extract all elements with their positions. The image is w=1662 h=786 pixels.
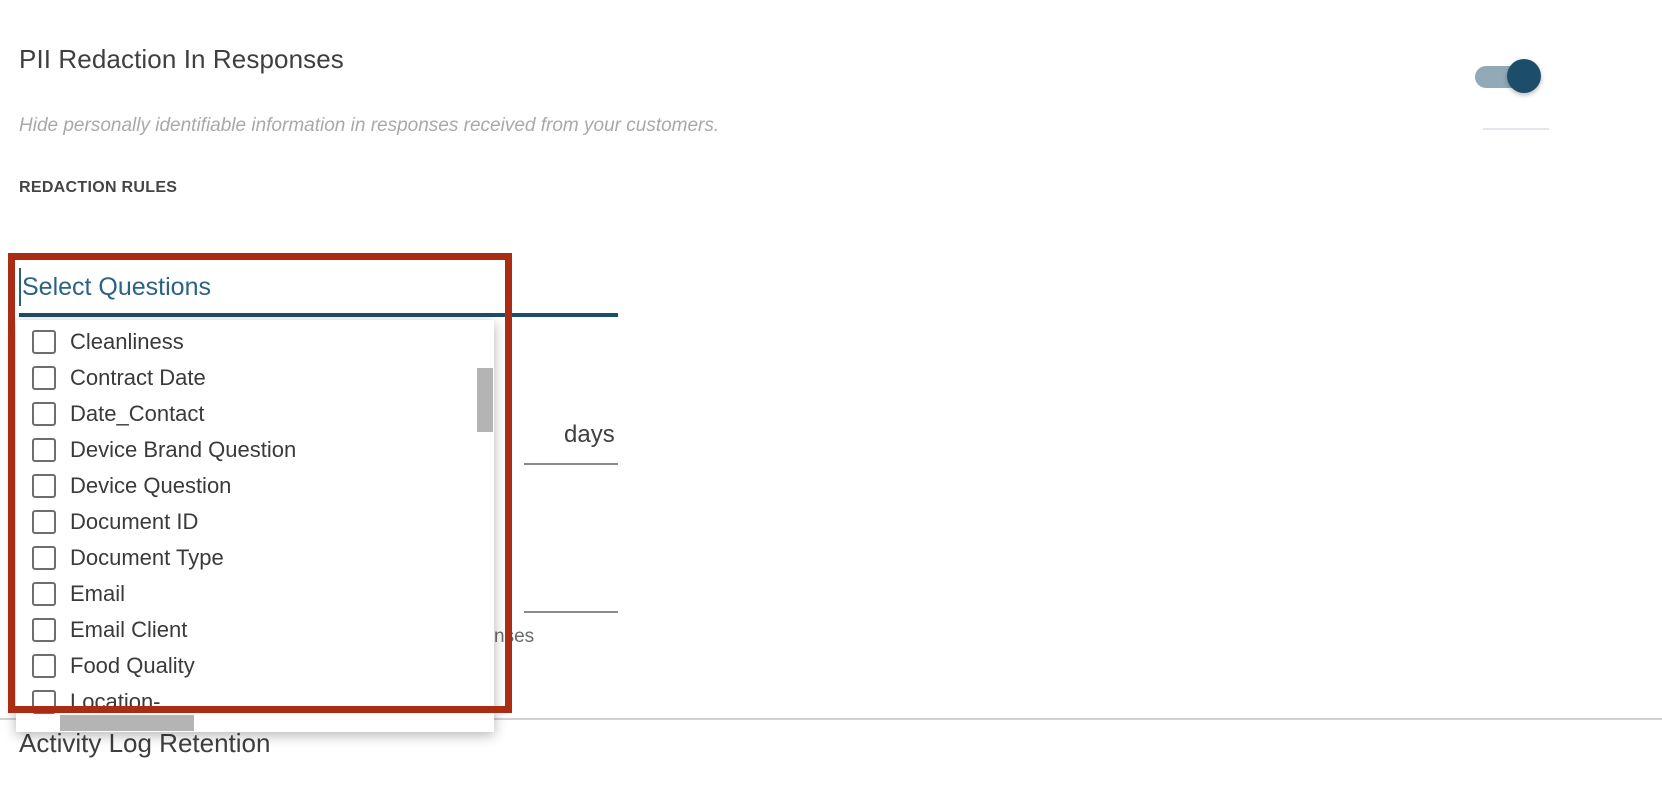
dropdown-option-label: Contract Date — [70, 365, 206, 390]
dropdown-option-label: Cleanliness — [70, 329, 184, 354]
dropdown-option-label: Email — [70, 581, 126, 606]
dropdown-option[interactable]: Contract Date — [16, 360, 494, 396]
questions-dropdown-list[interactable]: Cleanliness Contract Date Date_Contact Devi… — [16, 324, 494, 714]
dropdown-option[interactable]: Email Client — [16, 612, 494, 648]
background-responses-text: nses — [494, 626, 535, 647]
dropdown-option-label: Document Type — [70, 545, 224, 570]
page-title: PII Redaction In Responses — [19, 44, 344, 74]
checkbox-icon[interactable] — [32, 330, 56, 354]
select-questions-input[interactable]: Select Questions — [19, 262, 619, 318]
checkbox-icon[interactable] — [32, 546, 56, 570]
checkbox-icon[interactable] — [32, 510, 56, 534]
dropdown-option[interactable]: Document Type — [16, 540, 494, 576]
pii-redaction-toggle[interactable] — [1475, 59, 1547, 93]
checkbox-icon[interactable] — [32, 366, 56, 390]
settings-page: PII Redaction In Responses Hide personal… — [0, 0, 1662, 786]
checkbox-icon[interactable] — [32, 582, 56, 606]
toggle-underline — [1483, 128, 1549, 130]
dropdown-option[interactable]: Date_Contact — [16, 396, 494, 432]
checkbox-icon[interactable] — [32, 438, 56, 462]
dropdown-option[interactable]: Food Quality — [16, 648, 494, 684]
text-cursor — [19, 268, 21, 306]
checkbox-icon[interactable] — [32, 690, 56, 714]
dropdown-option[interactable]: Device Question — [16, 468, 494, 504]
dropdown-horizontal-scrollbar-thumb[interactable] — [60, 715, 194, 731]
dropdown-option[interactable]: Device Brand Question — [16, 432, 494, 468]
background-input-underline-1 — [524, 463, 618, 465]
toggle-thumb[interactable] — [1507, 59, 1541, 93]
select-questions-label: Select Questions — [22, 273, 211, 301]
dropdown-option[interactable]: Location- — [16, 684, 494, 714]
redaction-rules-label: REDACTION RULES — [19, 179, 178, 196]
dropdown-vertical-scrollbar-thumb[interactable] — [477, 368, 493, 432]
background-input-underline-2 — [524, 611, 618, 613]
checkbox-icon[interactable] — [32, 654, 56, 678]
dropdown-horizontal-scrollbar[interactable] — [16, 714, 494, 732]
dropdown-vertical-scrollbar[interactable] — [476, 324, 494, 714]
checkbox-icon[interactable] — [32, 618, 56, 642]
dropdown-option-label: Document ID — [70, 509, 199, 534]
select-underline — [19, 313, 618, 317]
section-description: Hide personally identifiable information… — [19, 115, 720, 136]
dropdown-option[interactable]: Cleanliness — [16, 324, 494, 360]
retention-days-unit: days — [564, 421, 615, 448]
dropdown-option-label: Date_Contact — [70, 401, 205, 426]
dropdown-option-label: Location- — [70, 689, 161, 714]
dropdown-option-label: Email Client — [70, 617, 188, 642]
dropdown-option-label: Food Quality — [70, 653, 195, 678]
checkbox-icon[interactable] — [32, 474, 56, 498]
questions-dropdown-panel[interactable]: Cleanliness Contract Date Date_Contact Devi… — [16, 320, 494, 732]
checkbox-icon[interactable] — [32, 402, 56, 426]
dropdown-option-label: Device Brand Question — [70, 437, 297, 462]
dropdown-option[interactable]: Document ID — [16, 504, 494, 540]
dropdown-option-label: Device Question — [70, 473, 232, 498]
dropdown-option[interactable]: Email — [16, 576, 494, 612]
